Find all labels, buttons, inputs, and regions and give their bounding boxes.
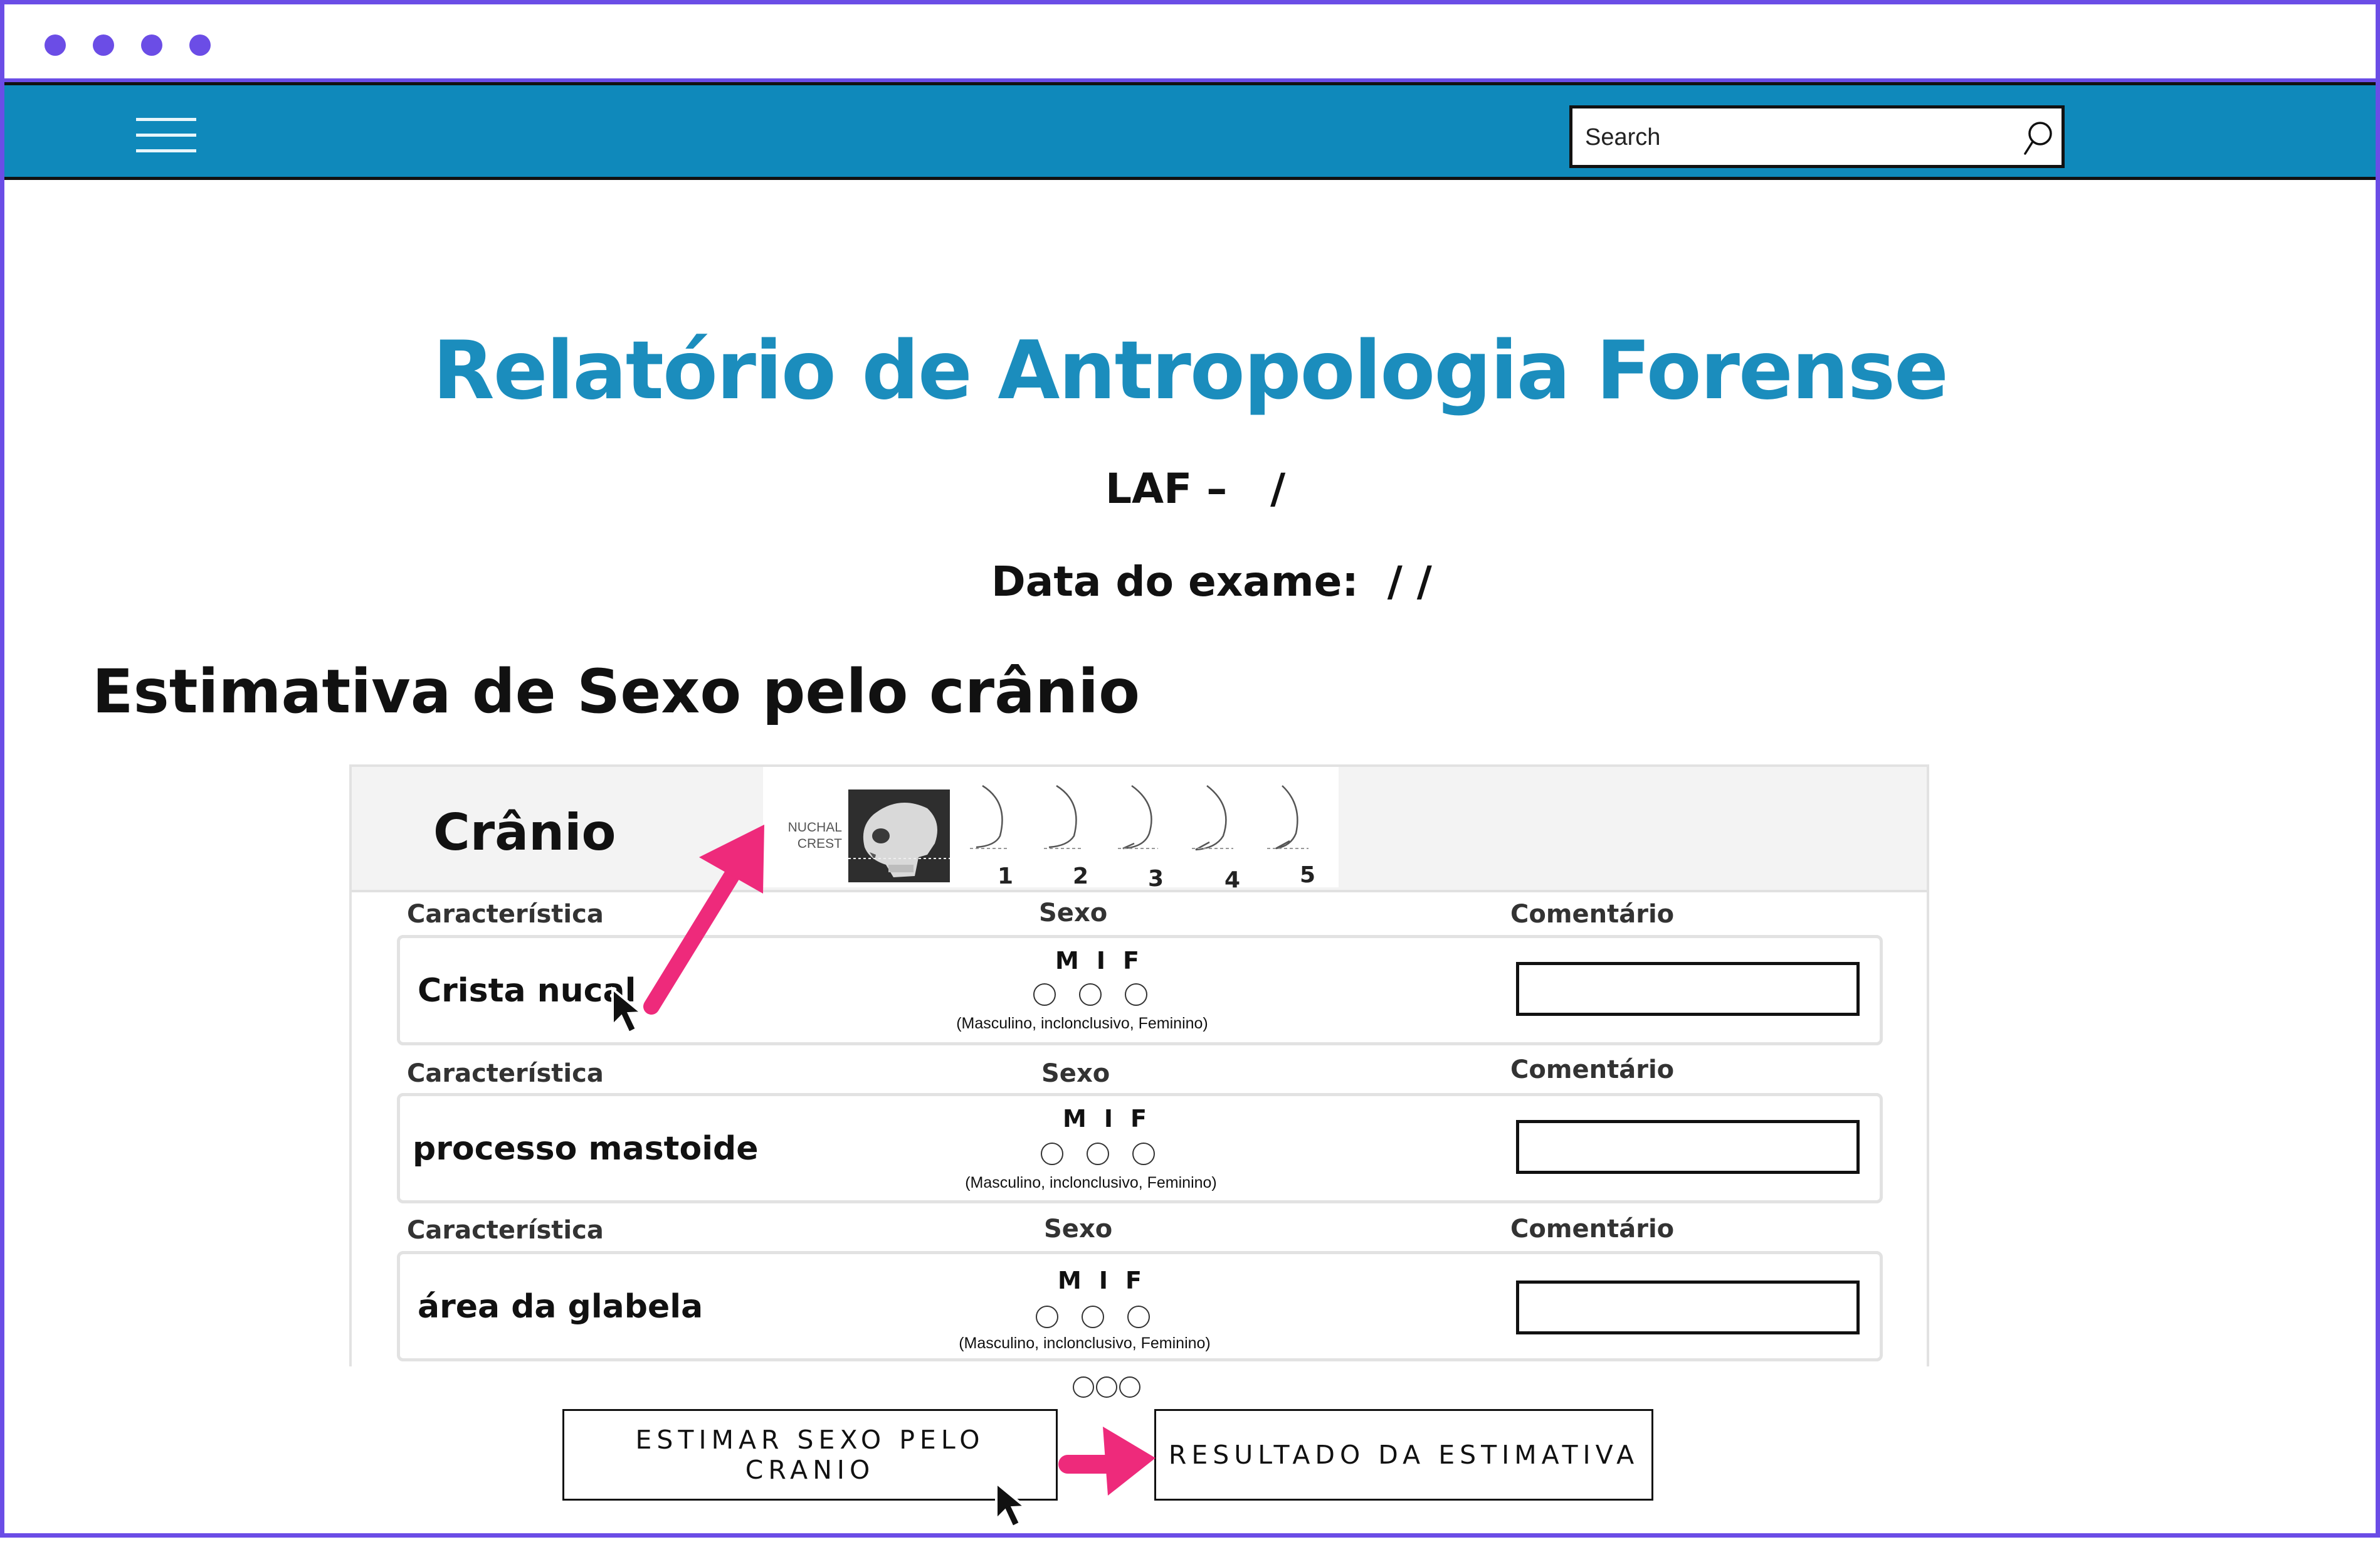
window-dot[interactable] xyxy=(93,34,114,56)
feature-name: área da glabela xyxy=(418,1288,703,1326)
column-header-comment: Comentário xyxy=(1510,1055,1675,1084)
skull-assessment-card: Crânio NUCHAL CREST 1 2 3 4 5 Caracterís… xyxy=(349,764,1929,1366)
pagination-dot[interactable] xyxy=(1119,1376,1140,1398)
estimation-result-button[interactable]: RESULTADO DA ESTIMATIVA xyxy=(1154,1409,1653,1501)
sex-legend: (Masculino, inclonclusivo, Feminino) xyxy=(959,1334,1211,1352)
radio-masculino[interactable] xyxy=(1036,1306,1058,1328)
laf-number: LAF – / xyxy=(1105,465,1286,513)
skull-photo xyxy=(848,789,950,882)
sex-options-label: MIF xyxy=(1058,1267,1159,1294)
hamburger-icon[interactable] xyxy=(136,118,196,153)
window-titlebar xyxy=(4,4,2376,82)
sex-options-label: MIF xyxy=(1055,947,1157,974)
radio-feminino[interactable] xyxy=(1127,1306,1150,1328)
feature-name: Crista nucal xyxy=(418,972,636,1010)
feature-row: área da glabela MIF (Masculino, incloncl… xyxy=(397,1251,1883,1361)
radio-masculino[interactable] xyxy=(1041,1143,1063,1165)
scale-number: 3 xyxy=(1148,866,1164,892)
scale-number: 1 xyxy=(998,863,1014,889)
report-title: Relatório de Antropologia Forense xyxy=(433,324,1949,418)
scale-number: 2 xyxy=(1073,863,1089,889)
comment-field[interactable] xyxy=(1516,962,1860,1016)
scale-number: 5 xyxy=(1300,862,1316,888)
radio-inconclusivo[interactable] xyxy=(1082,1306,1104,1328)
comment-field[interactable] xyxy=(1516,1281,1860,1334)
column-header-sex: Sexo xyxy=(1044,1215,1113,1244)
nuchal-crest-figure: NUCHAL CREST 1 2 3 4 5 xyxy=(763,767,1339,893)
pagination-dot[interactable] xyxy=(1073,1376,1094,1398)
radio-feminino[interactable] xyxy=(1132,1143,1155,1165)
comment-field[interactable] xyxy=(1516,1120,1860,1174)
search-box[interactable] xyxy=(1569,105,2065,168)
feature-row: Crista nucal MIF (Masculino, inclonclusi… xyxy=(397,935,1883,1045)
browser-window: Relatório de Antropologia Forense LAF – … xyxy=(0,0,2380,1538)
search-input[interactable] xyxy=(1584,117,2000,157)
top-navbar xyxy=(4,82,2376,180)
estimate-sex-button[interactable]: ESTIMAR SEXO PELO CRANIO xyxy=(562,1409,1058,1501)
scale-number: 4 xyxy=(1224,867,1241,893)
column-header-feature: Característica xyxy=(407,1216,604,1245)
pagination-dot[interactable] xyxy=(1096,1376,1117,1398)
exam-date: Data do exame: / / xyxy=(991,557,1432,606)
annotation-arrow xyxy=(1058,1427,1156,1496)
search-icon[interactable] xyxy=(2021,120,2055,157)
sex-legend: (Masculino, inclonclusivo, Feminino) xyxy=(965,1174,1217,1191)
window-dot[interactable] xyxy=(141,34,162,56)
feature-row: processo mastoide MIF (Masculino, inclon… xyxy=(397,1093,1883,1203)
column-header-feature: Característica xyxy=(407,900,604,929)
window-dot[interactable] xyxy=(45,34,66,56)
column-header-sex: Sexo xyxy=(1041,1059,1110,1088)
column-header-sex: Sexo xyxy=(1039,899,1108,927)
radio-inconclusivo[interactable] xyxy=(1087,1143,1109,1165)
radio-inconclusivo[interactable] xyxy=(1079,983,1102,1006)
column-header-comment: Comentário xyxy=(1510,1215,1675,1244)
radio-feminino[interactable] xyxy=(1125,983,1147,1006)
card-header: Crânio NUCHAL CREST 1 2 3 4 5 xyxy=(352,767,1927,893)
card-title: Crânio xyxy=(433,803,616,862)
figure-caption: NUCHAL CREST xyxy=(787,820,842,851)
sex-options-label: MIF xyxy=(1063,1105,1164,1133)
column-header-comment: Comentário xyxy=(1510,900,1675,929)
sex-legend: (Masculino, inclonclusivo, Feminino) xyxy=(956,1015,1208,1032)
radio-masculino[interactable] xyxy=(1033,983,1056,1006)
feature-name: processo mastoide xyxy=(413,1130,759,1168)
column-header-feature: Característica xyxy=(407,1059,604,1088)
section-title: Estimativa de Sexo pelo crânio xyxy=(92,657,1140,727)
nuchal-scale-drawings xyxy=(970,784,1308,851)
window-dot[interactable] xyxy=(189,34,211,56)
